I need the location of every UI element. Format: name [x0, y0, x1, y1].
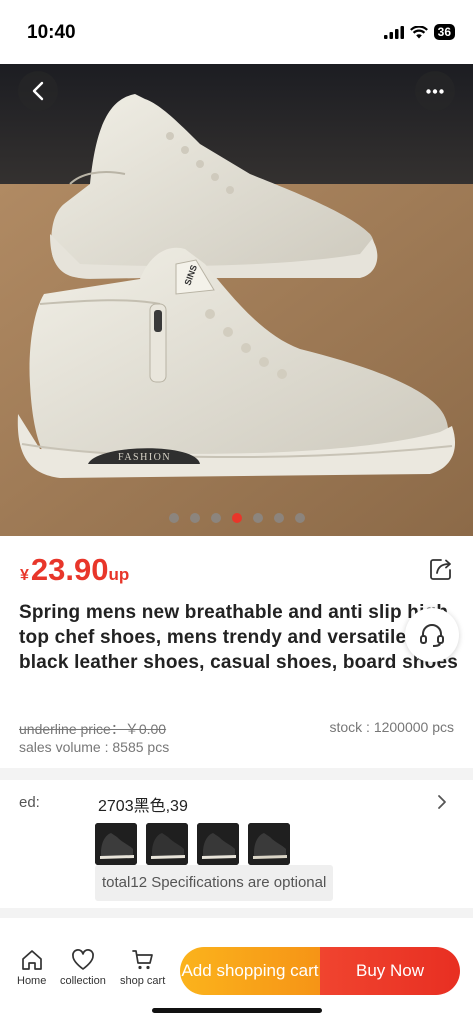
spec-thumbnail[interactable] [248, 823, 290, 865]
status-time: 10:40 [27, 22, 76, 43]
nav-collection-label: collection [60, 975, 106, 987]
signal-icon [383, 25, 404, 39]
share-button[interactable] [428, 556, 454, 582]
carousel-dot[interactable] [210, 513, 221, 523]
carousel-indicator [0, 513, 473, 523]
sole-label: FASHION [118, 452, 171, 463]
spec-count-note: total12 Specifications are optional [95, 865, 334, 901]
wifi-icon [409, 25, 428, 38]
back-button[interactable] [18, 71, 58, 111]
cart-icon [131, 950, 153, 970]
home-indicator[interactable] [152, 1008, 322, 1013]
spec-thumbnails [95, 823, 290, 865]
product-image-gallery[interactable]: SINS FASHION [0, 64, 473, 536]
stock-count: stock : 1200000 pcs [329, 719, 454, 735]
section-divider [0, 908, 473, 918]
carousel-dot[interactable] [273, 513, 284, 523]
status-bar: 10:40 36 [0, 0, 473, 64]
spec-expand-button[interactable] [437, 794, 447, 815]
home-icon [21, 950, 42, 970]
shoe-thumbnail-image [248, 823, 290, 865]
spec-selected-value[interactable]: 2703黑色,39 [98, 792, 188, 816]
chevron-left-icon [32, 81, 44, 101]
product-title: Spring mens new breathable and anti slip… [19, 602, 458, 673]
underline-price: underline price：￥0.00 [19, 721, 167, 737]
more-options-button[interactable] [415, 71, 455, 111]
headset-icon [420, 624, 444, 647]
price: ¥ 23.90 up [20, 552, 129, 588]
spec-thumbnail[interactable] [95, 823, 137, 865]
more-icon [426, 88, 444, 94]
shoe-thumbnail-image [197, 823, 239, 865]
nav-collection[interactable]: collection [60, 948, 106, 987]
status-icons: 36 [383, 24, 455, 40]
nav-shop-cart[interactable]: shop cart [120, 948, 165, 987]
carousel-dot[interactable] [168, 513, 179, 523]
nav-shop-cart-label: shop cart [120, 975, 166, 987]
carousel-dot[interactable] [189, 513, 200, 523]
carousel-dot[interactable] [252, 513, 263, 523]
shoe-thumbnail-image [95, 823, 137, 865]
sales-volume: sales volume : 8585 pcs [19, 739, 170, 755]
nav-home-label: Home [17, 975, 47, 987]
spec-thumbnail[interactable] [146, 823, 188, 865]
spec-thumbnail[interactable] [197, 823, 239, 865]
carousel-dot[interactable] [294, 513, 305, 523]
share-icon [430, 559, 451, 580]
carousel-dot-active[interactable] [231, 513, 242, 523]
heart-icon [72, 949, 94, 970]
currency-symbol: ¥ [20, 567, 29, 584]
chevron-right-icon [438, 795, 446, 809]
price-suffix: up [108, 565, 130, 584]
battery-indicator: 36 [433, 24, 455, 40]
product-image: SINS FASHION [0, 64, 473, 536]
section-divider [0, 768, 473, 780]
customer-service-button[interactable] [405, 608, 459, 662]
nav-home[interactable]: Home [17, 948, 46, 987]
price-value: 23.90 [30, 552, 109, 587]
add-to-cart-button[interactable]: Add shopping cart [180, 947, 320, 995]
buy-now-button[interactable]: Buy Now [320, 947, 460, 995]
shoe-thumbnail-image [146, 823, 188, 865]
spec-label: ed: [19, 794, 40, 811]
